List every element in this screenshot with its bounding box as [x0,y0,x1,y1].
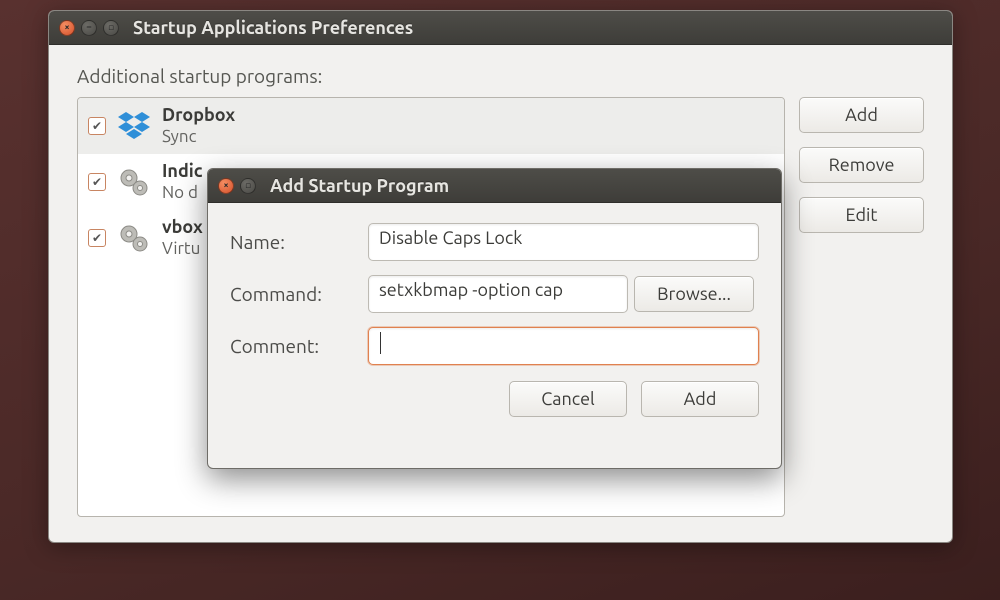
minimize-icon[interactable]: – [81,20,97,36]
command-value: setxkbmap -option cap [379,280,563,300]
list-item[interactable]: ✔ Dropbox Sync [78,98,784,154]
list-item-name: Dropbox [162,105,235,127]
cancel-button[interactable]: Cancel [509,381,627,417]
dialog-body: Name: Disable Caps Lock Command: setxkbm… [208,203,781,435]
gears-icon [116,220,152,256]
browse-button[interactable]: Browse... [634,276,754,312]
text-caret-icon [380,332,381,354]
section-label: Additional startup programs: [77,65,924,87]
comment-field[interactable] [368,327,759,365]
name-label: Name: [230,231,362,253]
dropbox-icon [116,108,152,144]
name-field[interactable]: Disable Caps Lock [368,223,759,261]
checkbox-icon[interactable]: ✔ [88,173,106,191]
list-item-name: vbox [162,217,203,239]
name-value: Disable Caps Lock [379,228,522,248]
dialog-footer: Cancel Add [230,381,759,417]
maximize-icon[interactable]: ▫ [103,20,119,36]
parent-window-controls: × – ▫ [59,20,119,36]
list-item-name: Indic [162,161,203,183]
command-label: Command: [230,283,362,305]
parent-titlebar[interactable]: × – ▫ Startup Applications Preferences [49,11,952,45]
close-icon[interactable]: × [218,178,234,194]
dialog-add-button[interactable]: Add [641,381,759,417]
checkbox-icon[interactable]: ✔ [88,117,106,135]
gears-icon [116,164,152,200]
list-item-desc: Virtu [162,239,203,259]
parent-window-title: Startup Applications Preferences [133,18,413,38]
add-button[interactable]: Add [799,97,924,133]
dialog-titlebar[interactable]: × ▫ Add Startup Program [208,169,781,203]
maximize-icon[interactable]: ▫ [240,178,256,194]
checkbox-icon[interactable]: ✔ [88,229,106,247]
list-item-desc: No d [162,183,203,203]
dialog-window-controls: × ▫ [218,178,256,194]
remove-button[interactable]: Remove [799,147,924,183]
add-startup-dialog: × ▫ Add Startup Program Name: Disable Ca… [207,168,782,469]
comment-label: Comment: [230,335,362,357]
edit-button[interactable]: Edit [799,197,924,233]
command-field[interactable]: setxkbmap -option cap [368,275,628,313]
dialog-title: Add Startup Program [270,176,449,196]
list-item-desc: Sync [162,127,235,147]
side-buttons: Add Remove Edit [799,97,924,517]
close-icon[interactable]: × [59,20,75,36]
